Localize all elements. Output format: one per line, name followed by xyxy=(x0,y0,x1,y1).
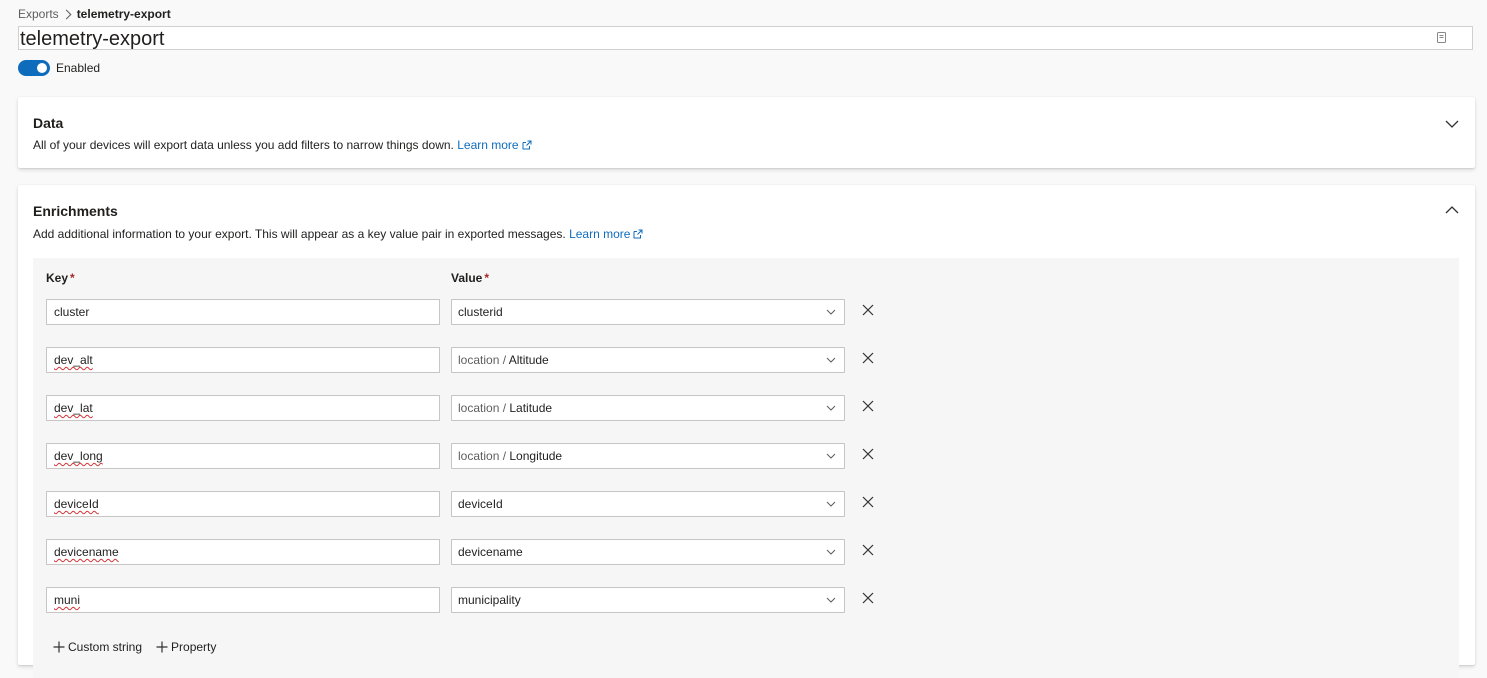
enrichments-table: Key * Value * cluster clusterid dev_alt lo… xyxy=(33,258,1459,678)
enrichment-row: devicename devicename xyxy=(33,539,933,565)
remove-enrichment-close-icon[interactable] xyxy=(862,304,874,316)
enrichment-row: cluster clusterid xyxy=(33,299,933,325)
contact-card-icon xyxy=(1437,32,1446,43)
add-custom-string-button[interactable]: Custom string xyxy=(53,640,142,654)
chevron-down-icon xyxy=(826,357,836,363)
enrichments-learn-more-label: Learn more xyxy=(569,227,631,241)
value-prefix: location / xyxy=(458,401,510,415)
enrichment-key-input[interactable]: devicename xyxy=(46,539,440,565)
chevron-down-icon xyxy=(826,549,836,555)
enrichment-value-dropdown[interactable]: clusterid xyxy=(451,299,845,325)
enrichment-key-input[interactable]: dev_lat xyxy=(46,395,440,421)
breadcrumb-exports-link[interactable]: Exports xyxy=(18,7,59,21)
enrichments-learn-more-link[interactable]: Learn more xyxy=(569,227,643,241)
enrichments-section: Enrichments Add additional information t… xyxy=(18,185,1475,678)
enrichment-key-value: cluster xyxy=(54,305,90,319)
data-description-text: All of your devices will export data unl… xyxy=(33,138,454,152)
enrichment-key-input[interactable]: dev_alt xyxy=(46,347,440,373)
collapse-chevron-up-icon[interactable] xyxy=(1445,203,1459,217)
enrichment-value-text: devicename xyxy=(458,545,523,559)
enrichment-value-text: clusterid xyxy=(458,305,503,319)
enrichment-value-text: Longitude xyxy=(509,449,563,463)
chevron-down-icon xyxy=(826,453,836,459)
add-custom-string-label: Custom string xyxy=(68,640,143,654)
enrichment-value-dropdown[interactable]: municipality xyxy=(451,587,845,613)
chevron-down-icon xyxy=(826,405,836,411)
data-learn-more-label: Learn more xyxy=(457,138,519,152)
remove-enrichment-close-icon[interactable] xyxy=(862,496,874,508)
enrichment-value-dropdown[interactable]: devicename xyxy=(451,539,845,565)
enrichment-value-dropdown[interactable]: location / Altitude xyxy=(451,347,845,373)
enrichment-value-text: Latitude xyxy=(509,401,553,415)
enrichment-value-text: municipality xyxy=(458,593,521,607)
enrichment-row: muni municipality xyxy=(33,587,933,613)
enrichment-key-value: muni xyxy=(54,593,81,607)
breadcrumb: Exports telemetry-export xyxy=(18,7,171,21)
data-section: Data All of your devices will export dat… xyxy=(18,97,1475,168)
external-link-icon xyxy=(633,229,643,239)
toggle-knob xyxy=(37,63,47,73)
enrichments-section-description: Add additional information to your expor… xyxy=(33,227,643,241)
export-name-input[interactable]: telemetry-export xyxy=(18,26,1473,50)
required-marker: * xyxy=(70,271,75,285)
key-column-header: Key * xyxy=(46,271,75,285)
enrichments-section-title: Enrichments xyxy=(33,203,118,219)
enrichment-row: dev_long location / Longitude xyxy=(33,443,933,469)
chevron-down-icon xyxy=(826,597,836,603)
enrichment-key-value: deviceId xyxy=(54,497,99,511)
value-prefix: location / xyxy=(458,353,509,367)
enabled-toggle-row: Enabled xyxy=(18,59,100,77)
enrichment-value-text: Altitude xyxy=(508,353,549,367)
enrichment-key-value: dev_long xyxy=(54,449,103,463)
data-section-title: Data xyxy=(33,115,64,131)
chevron-down-icon xyxy=(826,309,836,315)
key-header-label: Key xyxy=(46,271,69,285)
enabled-toggle[interactable] xyxy=(18,60,50,76)
required-marker: * xyxy=(484,271,490,285)
chevron-down-icon xyxy=(826,501,836,507)
add-property-label: Property xyxy=(171,640,217,654)
enrichment-key-value: dev_lat xyxy=(54,401,93,415)
data-section-description: All of your devices will export data unl… xyxy=(33,138,532,152)
enrichment-row: deviceId deviceId xyxy=(33,491,933,517)
enrichment-value-dropdown[interactable]: location / Longitude xyxy=(451,443,845,469)
enrichment-value-dropdown[interactable]: deviceId xyxy=(451,491,845,517)
export-name-value: telemetry-export xyxy=(20,28,165,50)
value-column-header: Value * xyxy=(451,271,489,285)
add-enrichment-actions: Custom string Property xyxy=(53,640,230,654)
external-link-icon xyxy=(522,140,532,150)
enrichment-key-input[interactable]: cluster xyxy=(46,299,440,325)
enrichment-value-dropdown[interactable]: location / Latitude xyxy=(451,395,845,421)
remove-enrichment-close-icon[interactable] xyxy=(862,448,874,460)
enrichment-key-value: devicename xyxy=(54,545,119,559)
remove-enrichment-close-icon[interactable] xyxy=(862,544,874,556)
value-prefix: location / xyxy=(458,449,510,463)
enrichment-value-text: deviceId xyxy=(458,497,503,511)
enrichment-row: dev_alt location / Altitude xyxy=(33,347,933,373)
breadcrumb-current: telemetry-export xyxy=(76,7,171,21)
enrichment-key-input[interactable]: dev_long xyxy=(46,443,440,469)
enrichment-row: dev_lat location / Latitude xyxy=(33,395,933,421)
value-header-label: Value xyxy=(451,271,483,285)
expand-chevron-down-icon[interactable] xyxy=(1445,117,1459,131)
add-icon xyxy=(156,641,168,653)
remove-enrichment-close-icon[interactable] xyxy=(862,352,874,364)
enrichment-key-value: dev_alt xyxy=(54,353,93,367)
enrichments-description-text: Add additional information to your expor… xyxy=(33,227,566,241)
add-property-button[interactable]: Property xyxy=(156,640,216,654)
add-icon xyxy=(53,641,65,653)
remove-enrichment-close-icon[interactable] xyxy=(862,400,874,412)
enabled-label: Enabled xyxy=(56,61,101,75)
enrichment-key-input[interactable]: muni xyxy=(46,587,440,613)
chevron-right-icon xyxy=(61,9,72,19)
remove-enrichment-close-icon[interactable] xyxy=(862,592,874,604)
data-learn-more-link[interactable]: Learn more xyxy=(457,138,532,152)
enrichment-key-input[interactable]: deviceId xyxy=(46,491,440,517)
